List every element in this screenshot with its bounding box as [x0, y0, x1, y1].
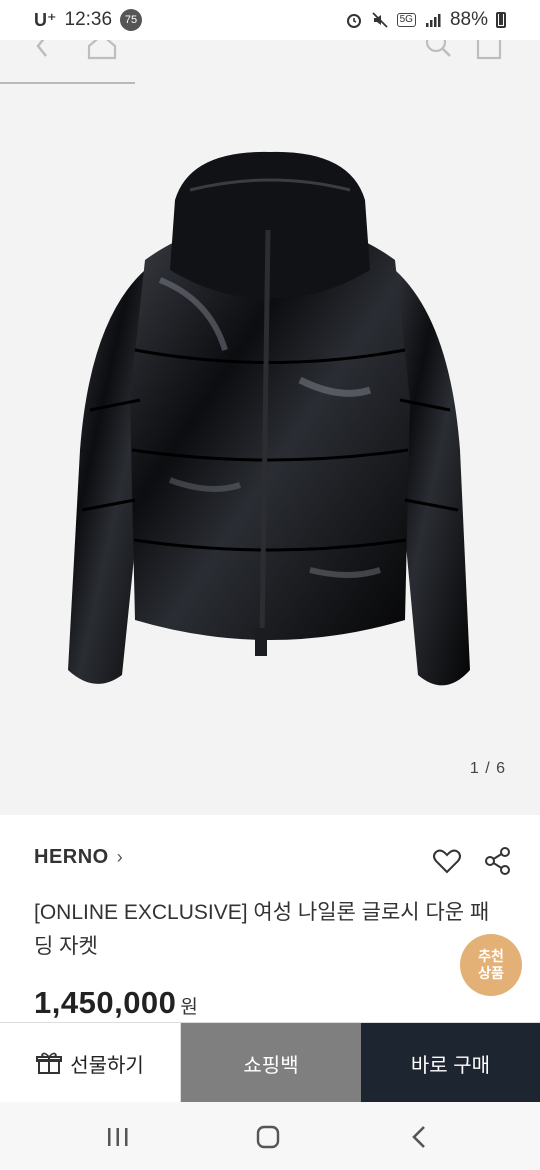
price-value: 1,450,000 — [34, 985, 177, 1020]
heart-icon[interactable] — [432, 846, 462, 876]
search-icon[interactable] — [422, 40, 454, 64]
brand-name: HERNO — [34, 846, 109, 868]
clock: 12:36 — [64, 9, 113, 30]
price: 1,450,000 원 — [34, 985, 198, 1021]
product-photo-jacket — [68, 151, 470, 686]
add-to-bag-button[interactable]: 쇼핑백 — [181, 1023, 361, 1103]
status-bar: U⁺ 12:36 75 5G 88% — [0, 0, 540, 40]
brand-link[interactable]: HERNO › — [34, 846, 123, 869]
top-navigation — [0, 40, 540, 84]
product-image-gallery[interactable]: 1 / 6 — [0, 40, 540, 815]
battery-icon — [496, 12, 506, 28]
buy-label: 바로 구매 — [410, 1054, 491, 1077]
gallery-progress-bar — [0, 82, 135, 84]
share-icon[interactable] — [484, 846, 512, 876]
gift-label: 선물하기 — [70, 1054, 144, 1077]
network-type: 5G — [396, 13, 416, 27]
home-nav-icon[interactable] — [254, 1124, 282, 1150]
bag-label: 쇼핑백 — [243, 1054, 299, 1077]
back-nav-icon[interactable] — [406, 1124, 434, 1150]
signal-icon — [425, 14, 441, 27]
purchase-action-bar: 선물하기 쇼핑백 바로 구매 — [0, 1022, 540, 1103]
product-title: [ONLINE EXCLUSIVE] 여성 나일론 글로시 다운 패딩 자켓 — [34, 901, 490, 958]
notification-count-badge: 75 — [120, 9, 143, 31]
badge-line-1: 추천 — [478, 948, 504, 964]
gift-button[interactable]: 선물하기 — [0, 1023, 181, 1103]
buy-now-button[interactable]: 바로 구매 — [361, 1023, 540, 1103]
recommended-products-badge[interactable]: 추천 상품 — [460, 934, 522, 996]
home-icon[interactable] — [86, 40, 118, 64]
battery-percent: 88% — [449, 9, 488, 30]
recent-apps-icon[interactable] — [104, 1124, 132, 1150]
alarm-icon — [346, 14, 361, 28]
badge-line-2: 상품 — [478, 965, 504, 981]
chevron-right-icon: › — [116, 847, 123, 867]
gallery-counter: 1 / 6 — [469, 760, 506, 777]
system-navigation-bar — [0, 1102, 540, 1170]
carrier-label: U⁺ — [34, 9, 57, 30]
mute-icon — [371, 12, 388, 28]
bag-icon[interactable] — [474, 40, 506, 64]
gift-icon — [36, 1052, 63, 1074]
price-currency: 원 — [180, 997, 198, 1018]
back-icon[interactable] — [26, 40, 58, 64]
